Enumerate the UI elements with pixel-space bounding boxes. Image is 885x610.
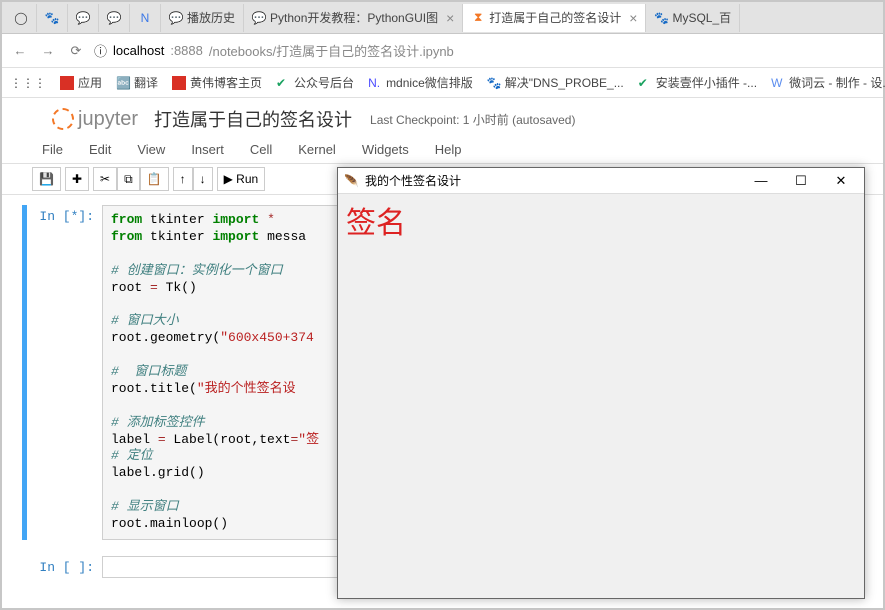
back-icon[interactable]: ←	[10, 41, 30, 61]
browser-tab[interactable]: 💬	[99, 4, 130, 32]
url-port: :8888	[170, 43, 203, 58]
notebook-header: jupyter 打造属于自己的签名设计 Last Checkpoint: 1 小…	[2, 98, 883, 136]
reload-icon[interactable]: ⟳	[66, 41, 86, 61]
cut-button[interactable]: ✂	[93, 167, 117, 191]
jupyter-logo[interactable]: jupyter	[52, 108, 138, 131]
url-host: localhost	[113, 43, 164, 58]
move-up-button[interactable]: ↑	[173, 167, 193, 191]
jupyter-text: jupyter	[78, 108, 138, 131]
paw-icon: 🐾	[45, 11, 59, 25]
signature-label: 签名	[346, 207, 406, 240]
jupyter-icon	[52, 108, 74, 130]
hourglass-icon: ⧗	[471, 11, 485, 25]
cell-prompt: In [ ]:	[32, 556, 102, 578]
browser-tab[interactable]: N	[130, 4, 161, 32]
paste-button[interactable]: 📋	[140, 167, 169, 191]
bookmark-item[interactable]: N.mdnice微信排版	[368, 74, 473, 91]
move-down-button[interactable]: ↓	[193, 167, 213, 191]
tkinter-window[interactable]: 🪶 我的个性签名设计 — ☐ ✕ 签名	[337, 167, 865, 599]
tab-label: MySQL_百	[672, 9, 731, 26]
minimize-button[interactable]: —	[744, 169, 778, 193]
chat-icon: 💬	[107, 11, 121, 25]
window-title: 我的个性签名设计	[365, 172, 461, 189]
tab-icon: ◯	[14, 11, 28, 25]
browser-tab[interactable]: 🐾	[37, 4, 68, 32]
bookmark-item[interactable]: W微词云 - 制作 - 设...	[771, 74, 885, 91]
menu-edit[interactable]: Edit	[89, 142, 111, 157]
chat-icon: 💬	[169, 11, 183, 25]
chat-icon: 💬	[76, 11, 90, 25]
add-cell-button[interactable]: ✚	[65, 167, 89, 191]
browser-tab[interactable]: 🐾 MySQL_百	[646, 4, 740, 32]
close-button[interactable]: ✕	[824, 169, 858, 193]
url-path: /notebooks/打造属于自己的签名设计.ipynb	[209, 41, 454, 60]
menu-kernel[interactable]: Kernel	[298, 142, 336, 157]
notebook-menubar: File Edit View Insert Cell Kernel Widget…	[2, 136, 883, 164]
browser-tab[interactable]: 💬	[68, 4, 99, 32]
save-button[interactable]: 💾	[32, 167, 61, 191]
url-field[interactable]: ⓘ localhost :8888/notebooks/打造属于自己的签名设计.i…	[94, 41, 454, 60]
browser-tab[interactable]: 💬 播放历史	[161, 4, 244, 32]
bookmark-item[interactable]: ✔公众号后台	[276, 74, 354, 91]
copy-button[interactable]: ⧉	[117, 167, 140, 191]
n-icon: N	[138, 11, 152, 25]
bookmark-item[interactable]: 应用	[60, 74, 102, 91]
bookmarks-bar: ⋮⋮⋮ 应用 🔤翻译 黄伟博客主页 ✔公众号后台 N.mdnice微信排版 🐾解…	[2, 68, 883, 98]
notebook-title[interactable]: 打造属于自己的签名设计	[154, 106, 352, 132]
tab-label: Python开发教程：PythonGUI图	[270, 9, 438, 26]
browser-tab-strip: ◯ 🐾 💬 💬 N 💬播放历史 💬Python开发教程：PythonGUI图× …	[2, 2, 883, 34]
bookmark-item[interactable]: 🔤翻译	[116, 74, 158, 91]
close-icon[interactable]: ×	[446, 10, 454, 26]
tab-label: 打造属于自己的签名设计	[489, 9, 621, 26]
paw-icon: 🐾	[654, 11, 668, 25]
maximize-button[interactable]: ☐	[784, 169, 818, 193]
bookmark-item[interactable]: 黄伟博客主页	[172, 74, 262, 91]
menu-widgets[interactable]: Widgets	[362, 142, 409, 157]
bookmark-item[interactable]: ✔安装壹伴小插件 -...	[638, 74, 757, 91]
tab-label: 播放历史	[187, 9, 235, 26]
browser-tab[interactable]: ◯	[6, 4, 37, 32]
chat-icon: 💬	[252, 11, 266, 25]
address-bar: ← → ⟳ ⓘ localhost :8888/notebooks/打造属于自己的…	[2, 34, 883, 68]
browser-tab[interactable]: 💬 Python开发教程：PythonGUI图 ×	[244, 4, 463, 32]
menu-insert[interactable]: Insert	[191, 142, 224, 157]
menu-help[interactable]: Help	[435, 142, 462, 157]
run-button[interactable]: ▶ Run	[217, 167, 266, 191]
forward-icon[interactable]: →	[38, 41, 58, 61]
close-icon[interactable]: ×	[629, 10, 637, 26]
checkpoint-text: Last Checkpoint: 1 小时前 (autosaved)	[370, 111, 575, 128]
site-info-icon[interactable]: ⓘ	[94, 41, 107, 60]
feather-icon: 🪶	[344, 174, 359, 188]
menu-cell[interactable]: Cell	[250, 142, 272, 157]
tkinter-titlebar[interactable]: 🪶 我的个性签名设计 — ☐ ✕	[338, 168, 864, 194]
bookmark-item[interactable]: 🐾解决"DNS_PROBE_...	[487, 74, 624, 91]
apps-icon[interactable]: ⋮⋮⋮	[10, 76, 46, 90]
menu-file[interactable]: File	[42, 142, 63, 157]
browser-tab-active[interactable]: ⧗ 打造属于自己的签名设计 ×	[463, 4, 646, 32]
menu-view[interactable]: View	[137, 142, 165, 157]
tkinter-body: 签名	[338, 194, 864, 246]
cell-prompt: In [*]:	[32, 205, 102, 540]
